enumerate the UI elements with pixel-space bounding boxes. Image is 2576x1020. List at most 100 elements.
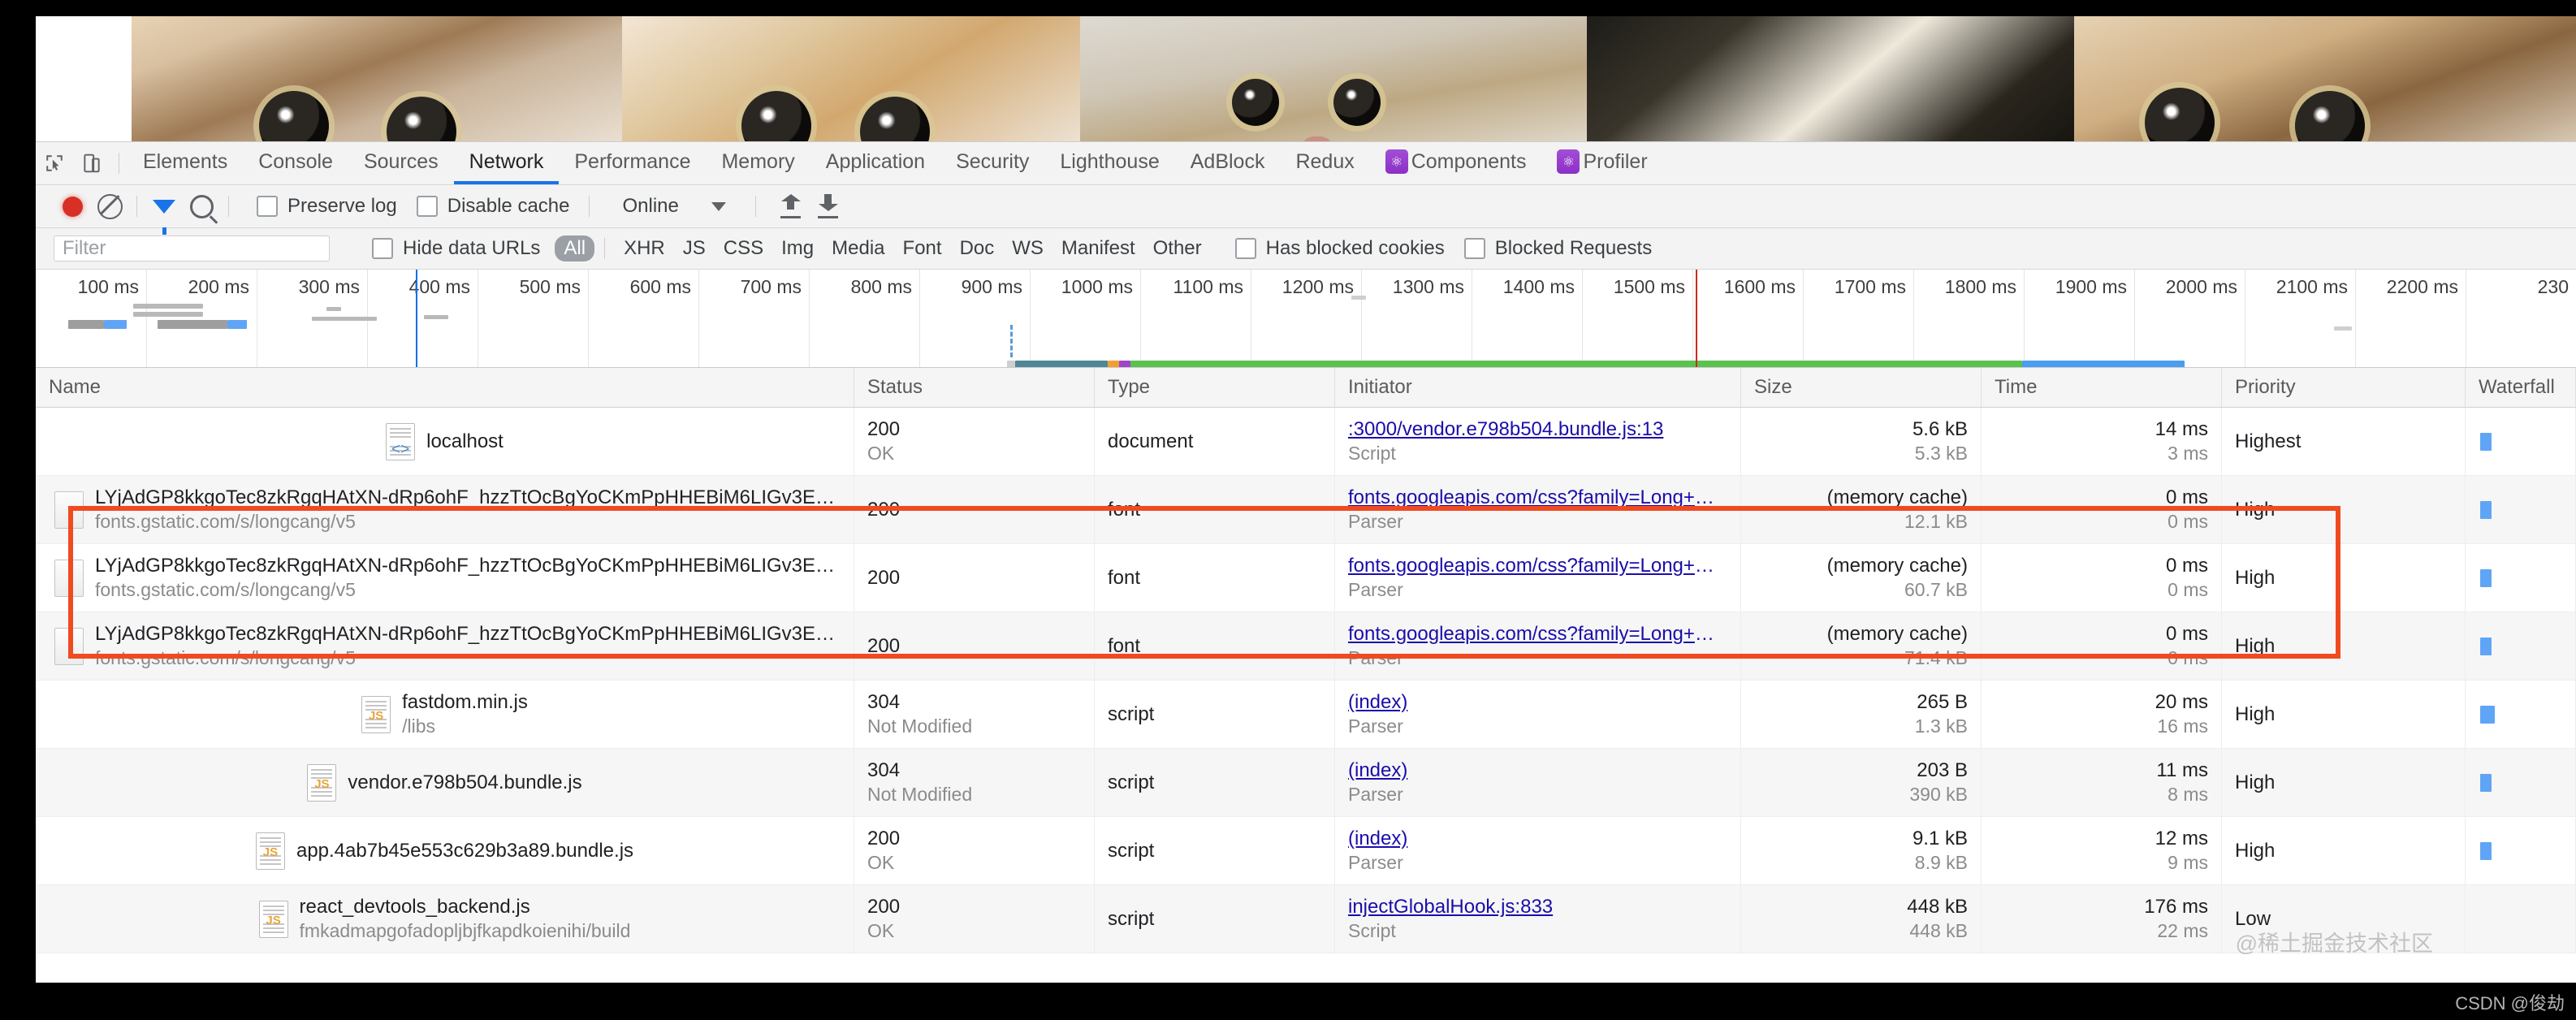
checkbox-box[interactable]	[1234, 238, 1256, 259]
tab-application[interactable]: Application	[810, 142, 940, 184]
tab-console[interactable]: Console	[243, 142, 348, 184]
table-row[interactable]: JS app.4ab7b45e553c629b3a89.bundle.js 200 O…	[36, 817, 2576, 885]
cell-name[interactable]: LYjAdGP8kkgoTec8zkRgqHAtXN-dRp6ohF_hzzTt…	[36, 612, 854, 680]
table-row[interactable]: <> localhost 200 OK document:3000/vendor.e79…	[36, 408, 2576, 476]
preserve-log-checkbox[interactable]: Preserve log	[257, 195, 397, 218]
checkbox-box[interactable]	[257, 196, 278, 217]
cell-initiator[interactable]: fonts.googleapis.com/css?family=Long+C… P…	[1335, 476, 1741, 543]
column-header-size[interactable]: Size	[1741, 368, 1982, 407]
tab-profiler[interactable]: ⚛ Profiler	[1541, 142, 1662, 184]
disable-cache-label[interactable]: Disable cache	[447, 195, 570, 218]
tab-elements[interactable]: Elements	[128, 142, 243, 184]
tab-network[interactable]: Network	[453, 142, 560, 184]
cell-name[interactable]: <> localhost	[36, 408, 854, 475]
tab-redux[interactable]: Redux	[1280, 142, 1369, 184]
filter-type-media[interactable]: Media	[823, 236, 893, 261]
request-name[interactable]: LYjAdGP8kkgoTec8zkRgqHAtXN-dRp6ohF_hzzTt…	[95, 622, 835, 646]
device-toolbar-icon[interactable]	[73, 145, 110, 182]
blocked-requests-checkbox[interactable]: Blocked Requests	[1463, 237, 1652, 260]
column-header-priority[interactable]: Priority	[2222, 368, 2466, 407]
table-row[interactable]: JS react_devtools_backend.js fmkadmapgofad…	[36, 885, 2576, 953]
blocked-requests-label[interactable]: Blocked Requests	[1495, 237, 1652, 260]
request-name[interactable]: react_devtools_backend.js	[300, 895, 631, 919]
cell-initiator[interactable]: (index) Parser	[1335, 817, 1741, 884]
filter-funnel-icon[interactable]	[145, 188, 183, 235]
clear-icon[interactable]	[91, 188, 128, 225]
request-name[interactable]: app.4ab7b45e553c629b3a89.bundle.js	[296, 839, 633, 863]
request-name[interactable]: LYjAdGP8kkgoTec8zkRgqHAtXN-dRp6ohF_hzzTt…	[95, 486, 835, 510]
column-header-waterfall[interactable]: Waterfall	[2466, 368, 2576, 407]
inspect-element-icon[interactable]	[36, 145, 73, 182]
filter-type-img[interactable]: Img	[772, 236, 823, 261]
network-overview-timeline[interactable]: 100 ms 200 ms 300 ms 400 ms 500 ms 600 ms 700 …	[36, 270, 2576, 368]
request-name[interactable]: fastdom.min.js	[402, 690, 528, 715]
checkbox-box[interactable]	[1463, 238, 1485, 259]
has-blocked-cookies-checkbox[interactable]: Has blocked cookies	[1234, 237, 1445, 260]
tab-components[interactable]: ⚛ Components	[1370, 142, 1542, 184]
filter-type-css[interactable]: CSS	[715, 236, 772, 261]
filter-type-other[interactable]: Other	[1144, 236, 1211, 261]
initiator-link[interactable]: :3000/vendor.e798b504.bundle.js:13	[1348, 417, 1727, 442]
request-name[interactable]: localhost	[426, 430, 504, 454]
tab-adblock[interactable]: AdBlock	[1175, 142, 1281, 184]
cell-initiator[interactable]: :3000/vendor.e798b504.bundle.js:13 Script	[1335, 408, 1741, 475]
chevron-down-icon[interactable]	[711, 201, 726, 211]
record-stop-icon[interactable]	[54, 188, 91, 225]
preserve-log-label[interactable]: Preserve log	[287, 195, 397, 218]
cell-initiator[interactable]: (index) Parser	[1335, 749, 1741, 816]
cell-name[interactable]: JS react_devtools_backend.js fmkadmapgofad…	[36, 885, 854, 953]
tab-sources[interactable]: Sources	[348, 142, 454, 184]
filter-type-doc[interactable]: Doc	[951, 236, 1004, 261]
cell-initiator[interactable]: injectGlobalHook.js:833 Script	[1335, 885, 1741, 953]
table-row[interactable]: LYjAdGP8kkgoTec8zkRgqHAtXN-dRp6ohF_hzzTt…	[36, 544, 2576, 612]
disable-cache-checkbox[interactable]: Disable cache	[416, 195, 570, 218]
cell-name[interactable]: LYjAdGP8kkgoTec8zkRgqHAtXN-dRp6ohF_hzzTt…	[36, 544, 854, 612]
search-icon[interactable]	[183, 188, 220, 225]
cell-name[interactable]: JS vendor.e798b504.bundle.js	[36, 749, 854, 816]
initiator-link[interactable]: fonts.googleapis.com/css?family=Long+C…	[1348, 621, 1727, 646]
request-name[interactable]: vendor.e798b504.bundle.js	[348, 771, 581, 795]
initiator-link[interactable]: (index)	[1348, 826, 1727, 851]
column-header-type[interactable]: Type	[1095, 368, 1335, 407]
import-har-icon[interactable]	[772, 188, 810, 225]
checkbox-box[interactable]	[372, 238, 393, 259]
throttling-select[interactable]: Online	[622, 195, 678, 218]
initiator-link[interactable]: injectGlobalHook.js:833	[1348, 894, 1727, 919]
filter-type-manifest[interactable]: Manifest	[1052, 236, 1144, 261]
cell-name[interactable]: JS fastdom.min.js/libs	[36, 681, 854, 748]
request-name[interactable]: LYjAdGP8kkgoTec8zkRgqHAtXN-dRp6ohF_hzzTt…	[95, 554, 835, 578]
table-row[interactable]: LYjAdGP8kkgoTec8zkRgqHAtXN-dRp6ohF_hzzTt…	[36, 476, 2576, 544]
filter-type-ws[interactable]: WS	[1003, 236, 1052, 261]
cell-initiator[interactable]: fonts.googleapis.com/css?family=Long+C… P…	[1335, 612, 1741, 680]
has-blocked-cookies-label[interactable]: Has blocked cookies	[1266, 237, 1445, 260]
column-header-time[interactable]: Time	[1982, 368, 2222, 407]
export-har-icon[interactable]	[810, 188, 847, 225]
cell-initiator[interactable]: fonts.googleapis.com/css?family=Long+C… P…	[1335, 544, 1741, 612]
filter-input[interactable]: Filter	[54, 236, 330, 261]
initiator-link[interactable]: (index)	[1348, 689, 1727, 715]
table-row[interactable]: JS fastdom.min.js/libs 304 Not Modified scri…	[36, 681, 2576, 749]
hide-data-urls-checkbox[interactable]: Hide data URLs	[372, 237, 540, 260]
cell-name[interactable]: JS app.4ab7b45e553c629b3a89.bundle.js	[36, 817, 854, 884]
column-header-initiator[interactable]: Initiator	[1335, 368, 1741, 407]
filter-type-js[interactable]: JS	[674, 236, 715, 261]
tab-lighthouse[interactable]: Lighthouse	[1044, 142, 1174, 184]
table-row[interactable]: LYjAdGP8kkgoTec8zkRgqHAtXN-dRp6ohF_hzzTt…	[36, 612, 2576, 681]
cell-name[interactable]: LYjAdGP8kkgoTec8zkRgqHAtXN-dRp6ohF_hzzTt…	[36, 476, 854, 543]
column-header-status[interactable]: Status	[854, 368, 1095, 407]
table-row[interactable]: JS vendor.e798b504.bundle.js 304 Not Modifi…	[36, 749, 2576, 817]
cell-initiator[interactable]: (index) Parser	[1335, 681, 1741, 748]
initiator-link[interactable]: fonts.googleapis.com/css?family=Long+C…	[1348, 553, 1727, 578]
initiator-link[interactable]: fonts.googleapis.com/css?family=Long+C…	[1348, 485, 1727, 510]
hide-data-urls-label[interactable]: Hide data URLs	[403, 237, 540, 260]
filter-type-font[interactable]: Font	[894, 236, 951, 261]
initiator-link[interactable]: (index)	[1348, 758, 1727, 783]
tab-memory[interactable]: Memory	[706, 142, 810, 184]
overview-request-bar	[104, 320, 127, 329]
tab-security[interactable]: Security	[940, 142, 1044, 184]
checkbox-box[interactable]	[416, 196, 438, 217]
tab-performance[interactable]: Performance	[559, 142, 706, 184]
filter-type-xhr[interactable]: XHR	[615, 236, 674, 261]
filter-type-all[interactable]: All	[555, 236, 595, 261]
column-header-name[interactable]: Name	[36, 368, 854, 407]
